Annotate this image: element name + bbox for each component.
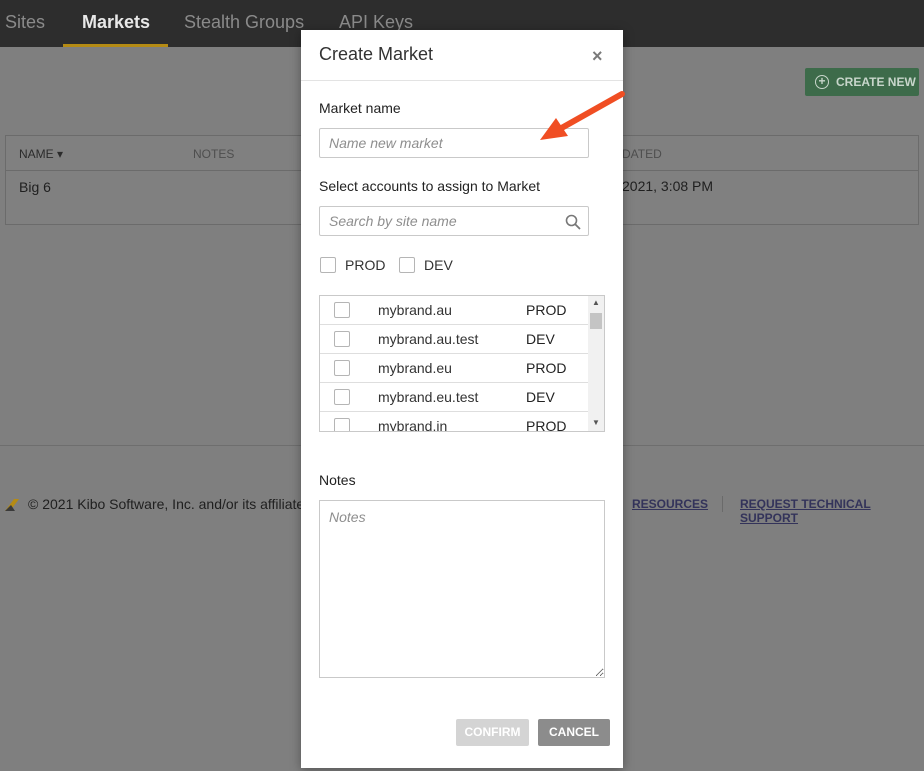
sort-desc-icon: ▾ [57,147,64,161]
list-item[interactable]: mybrand.in PROD [320,412,588,432]
create-market-modal: Create Market × Market name Select accou… [301,30,623,768]
column-name-header[interactable]: NAME ▾ [19,147,63,161]
footer-copyright: © 2021 Kibo Software, Inc. and/or its af… [28,496,312,512]
site-env: PROD [526,302,567,318]
create-new-label: CREATE NEW [836,75,916,89]
site-env: DEV [526,331,555,347]
request-support-link[interactable]: REQUEST TECHNICAL SUPPORT [740,497,924,525]
notes-textarea[interactable] [319,500,605,678]
footer-separator [722,496,723,512]
list-item[interactable]: mybrand.au.test DEV [320,325,588,354]
site-name: mybrand.au [378,302,452,318]
search-icon[interactable] [565,214,581,230]
market-name-label: Market name [319,100,401,116]
tab-markets[interactable]: Markets [62,0,169,47]
site-checkbox[interactable] [334,389,350,405]
create-new-button[interactable]: + CREATE NEW [805,68,919,96]
prod-filter-checkbox[interactable] [320,257,336,273]
column-updated-header[interactable]: DATED [622,147,662,161]
tab-sites[interactable]: Sites [5,0,45,47]
cancel-button[interactable]: CANCEL [538,719,610,746]
table-row-name[interactable]: Big 6 [19,179,51,195]
notes-label: Notes [319,472,356,488]
site-checkbox[interactable] [334,302,350,318]
site-name: mybrand.au.test [378,331,479,347]
site-name: mybrand.eu [378,360,452,376]
site-env: PROD [526,360,567,376]
close-icon[interactable]: × [592,46,603,67]
column-notes-header[interactable]: NOTES [193,147,234,161]
dev-filter-checkbox[interactable] [399,257,415,273]
scroll-thumb[interactable] [590,313,602,329]
modal-title: Create Market [319,44,434,64]
list-item[interactable]: mybrand.au PROD [320,296,588,325]
list-scrollbar[interactable]: ▲ ▼ [588,296,604,431]
site-checkbox[interactable] [334,331,350,347]
site-env: PROD [526,418,567,432]
accounts-label: Select accounts to assign to Market [319,178,540,194]
kibo-logo-icon [5,499,19,511]
site-env: DEV [526,389,555,405]
list-item[interactable]: mybrand.eu.test DEV [320,383,588,412]
site-name: mybrand.in [378,418,448,432]
site-checkbox[interactable] [334,360,350,376]
site-name: mybrand.eu.test [378,389,479,405]
site-checkbox[interactable] [334,418,350,431]
site-list: mybrand.au PROD mybrand.au.test DEV mybr… [319,295,605,432]
scroll-up-icon[interactable]: ▲ [592,298,600,307]
resources-link[interactable]: RESOURCES [632,497,708,511]
confirm-button[interactable]: CONFIRM [456,719,529,746]
list-item[interactable]: mybrand.eu PROD [320,354,588,383]
dev-filter-label: DEV [424,257,453,273]
prod-filter-label: PROD [345,257,386,273]
tab-stealth-groups[interactable]: Stealth Groups [184,0,304,47]
site-search-input[interactable] [319,206,589,236]
modal-header: Create Market × [301,30,623,81]
scroll-down-icon[interactable]: ▼ [592,418,600,427]
table-row-updated: 2021, 3:08 PM [622,178,714,194]
plus-circle-icon: + [815,75,829,89]
market-name-input[interactable] [319,128,589,158]
